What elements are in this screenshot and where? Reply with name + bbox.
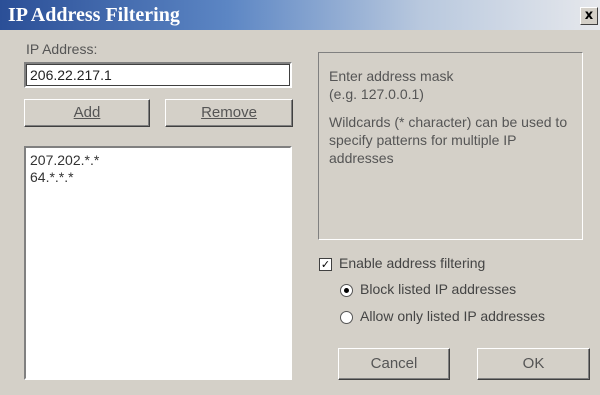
- remove-button-label: Remove: [201, 104, 257, 121]
- hint-line-1: Enter address mask: [329, 68, 454, 84]
- ip-address-input[interactable]: [26, 64, 290, 86]
- remove-button[interactable]: Remove: [165, 99, 293, 127]
- ok-button[interactable]: OK: [477, 348, 590, 380]
- ok-button-label: OK: [522, 355, 545, 372]
- ip-address-label: IP Address:: [26, 41, 98, 57]
- radio-block-listed[interactable]: [340, 284, 353, 297]
- check-icon: ✓: [320, 258, 331, 271]
- wildcard-hint: Wildcards (* character) can be used to s…: [329, 114, 568, 166]
- hint-panel: Enter address mask (e.g. 127.0.0.1) Wild…: [318, 52, 583, 240]
- enable-filtering-checkbox[interactable]: ✓: [319, 258, 332, 271]
- ip-filtering-dialog: IP Address Filtering x IP Address: Add R…: [0, 0, 600, 395]
- allow-only-listed-label[interactable]: Allow only listed IP addresses: [360, 308, 545, 324]
- list-item[interactable]: 64.*.*.*: [30, 169, 286, 186]
- close-icon: x: [584, 8, 594, 23]
- list-item[interactable]: 207.202.*.*: [30, 152, 286, 169]
- ip-address-list[interactable]: 207.202.*.* 64.*.*.*: [24, 146, 292, 380]
- add-button-label: Add: [73, 104, 101, 121]
- title-bar[interactable]: IP Address Filtering x: [0, 0, 600, 30]
- ip-address-field-box: [24, 62, 292, 88]
- enable-filtering-label[interactable]: Enable address filtering: [339, 255, 485, 271]
- close-button[interactable]: x: [580, 7, 598, 25]
- cancel-button-label: Cancel: [370, 355, 418, 372]
- add-button[interactable]: Add: [24, 99, 150, 127]
- dialog-title: IP Address Filtering: [8, 4, 180, 26]
- radio-allow-only-listed[interactable]: [340, 311, 353, 324]
- block-listed-label[interactable]: Block listed IP addresses: [360, 281, 516, 297]
- cancel-button[interactable]: Cancel: [338, 348, 450, 380]
- hint-line-2: (e.g. 127.0.0.1): [329, 86, 424, 102]
- hint-text: Enter address mask (e.g. 127.0.0.1): [329, 67, 572, 103]
